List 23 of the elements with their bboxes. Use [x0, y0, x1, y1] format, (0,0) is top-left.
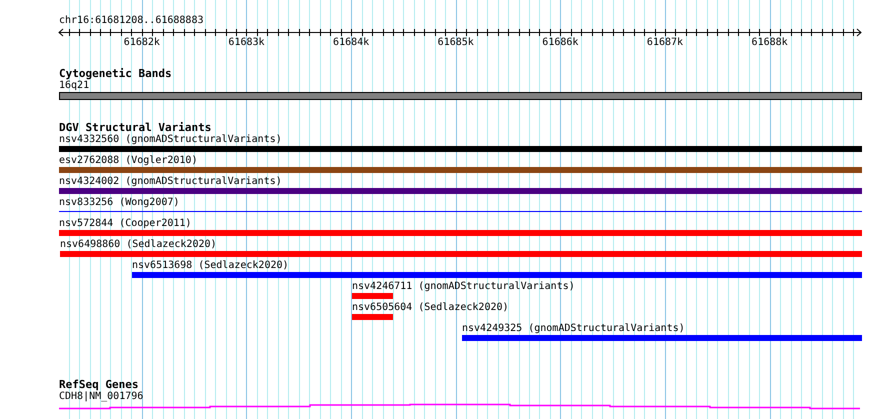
feature-label: esv2762088 (Vogler2010) [59, 155, 198, 167]
feature-label: nsv4332560 (gnomADStructuralVariants) [59, 134, 282, 146]
tick-label: 61687k [646, 37, 684, 49]
feature-label: nsv6513698 (Sedlazeck2020) [132, 260, 289, 272]
tick-label: 61683k [228, 37, 265, 49]
feature-label: nsv4324002 (gnomADStructuralVariants) [59, 176, 282, 188]
location-label: chr16:61681208..61688883 [59, 15, 204, 27]
feature-label: 16q21 [59, 80, 90, 92]
feature-label: nsv833256 (Wong2007) [59, 197, 180, 209]
track-title: RefSeq Genes [59, 378, 138, 391]
tick-label: 61686k [542, 37, 578, 49]
feature-label: nsv6505604 (Sedlazeck2020) [352, 302, 509, 314]
feature-label: nsv6498860 (Sedlazeck2020) [60, 239, 217, 251]
feature-label: nsv4246711 (gnomADStructuralVariants) [352, 281, 575, 293]
tick-label: 61688k [752, 37, 788, 49]
feature-label: nsv572844 (Cooper2011) [59, 218, 192, 230]
track-title: DGV Structural Variants [59, 121, 212, 134]
tick-label: 61684k [333, 37, 370, 49]
tick-label: 61682k [124, 37, 160, 49]
feature-label: CDH8|NM_001796 [59, 391, 144, 403]
track-title: Cytogenetic Bands [59, 67, 172, 80]
feature-label: nsv4249325 (gnomADStructuralVariants) [462, 323, 685, 335]
tick-label: 61685k [438, 37, 474, 49]
